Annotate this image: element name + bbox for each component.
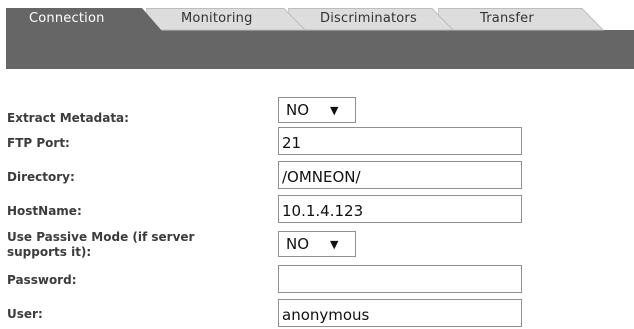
ftp-port-label: FTP Port: xyxy=(7,136,70,150)
passive-mode-select[interactable]: NO ▼ xyxy=(278,231,356,257)
tab-panel-header xyxy=(6,30,634,69)
passive-mode-label-line1: Use Passive Mode (if server xyxy=(7,230,195,244)
extract-metadata-value: NO xyxy=(286,101,310,119)
tab-connection-label: Connection xyxy=(29,11,105,26)
tab-discriminators-label: Discriminators xyxy=(320,11,417,26)
extract-metadata-select[interactable]: NO ▼ xyxy=(278,97,356,123)
tab-bar: Connection Monitoring Discriminators Tra… xyxy=(6,8,634,69)
user-input[interactable] xyxy=(278,299,522,327)
hostname-input[interactable] xyxy=(278,195,522,223)
tab-transfer[interactable]: Transfer xyxy=(438,8,604,31)
directory-label: Directory: xyxy=(7,170,75,184)
password-input[interactable] xyxy=(278,265,522,293)
tab-monitoring-label: Monitoring xyxy=(181,11,253,26)
hostname-label: HostName: xyxy=(7,204,82,218)
user-label: User: xyxy=(7,307,43,321)
tab-discriminators[interactable]: Discriminators xyxy=(288,8,454,31)
tab-monitoring[interactable]: Monitoring xyxy=(146,8,306,31)
password-label: Password: xyxy=(7,273,77,287)
extract-metadata-label: Extract Metadata: xyxy=(7,111,129,125)
dropdown-arrow-icon: ▼ xyxy=(330,104,339,117)
tab-transfer-label: Transfer xyxy=(480,11,534,26)
ftp-port-input[interactable] xyxy=(278,127,522,155)
directory-input[interactable] xyxy=(278,161,522,189)
passive-mode-label-line2: supports it): xyxy=(7,245,92,259)
passive-mode-value: NO xyxy=(286,235,310,253)
tab-connection[interactable]: Connection xyxy=(6,8,162,31)
dropdown-arrow-icon: ▼ xyxy=(330,238,339,251)
